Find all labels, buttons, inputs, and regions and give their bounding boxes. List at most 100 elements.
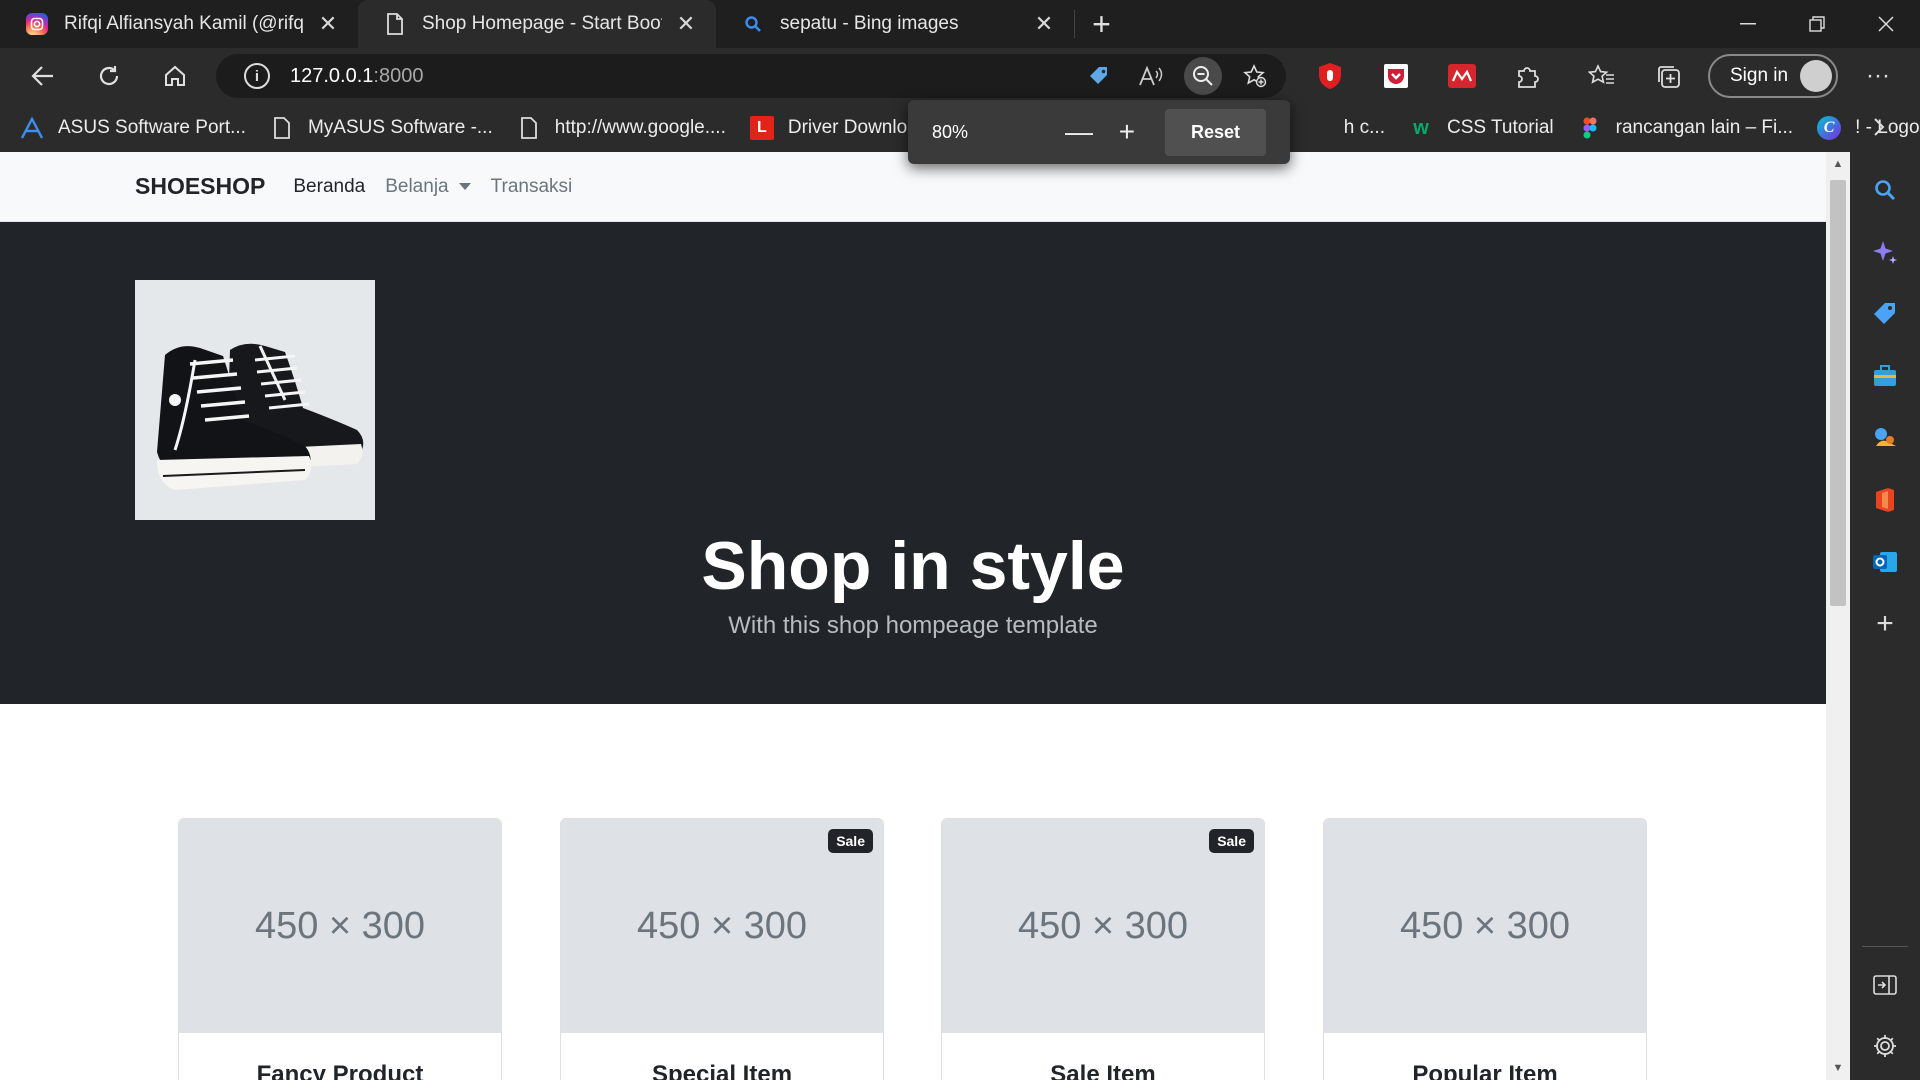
product-image-placeholder: 450 × 300 (1324, 819, 1646, 1033)
hide-sidebar-icon[interactable] (1867, 967, 1903, 1003)
bookmark-label: rancangan lain – Fi... (1615, 117, 1794, 138)
nav-link-beranda[interactable]: Beranda (293, 176, 365, 198)
close-window-button[interactable] (1851, 0, 1920, 48)
bookmark-label: http://www.google.... (554, 117, 726, 138)
tools-briefcase-icon[interactable] (1867, 358, 1903, 394)
address-bar-actions (1080, 54, 1274, 98)
caret-down-icon (458, 183, 471, 190)
plus-icon: + (1092, 5, 1111, 42)
tab-bing-images[interactable]: sepatu - Bing images ✕ (716, 0, 1074, 48)
bookmark-figma[interactable]: rancangan lain – Fi... (1578, 116, 1793, 140)
product-name: Sale Item (1050, 1061, 1156, 1080)
url-port: :8000 (373, 64, 424, 87)
pocket-extension-icon[interactable] (1376, 48, 1416, 104)
w3schools-icon: w (1413, 116, 1429, 139)
product-card[interactable]: 450 × 300 Fancy Product (178, 818, 502, 1080)
sign-in-button[interactable]: Sign in (1708, 54, 1838, 98)
extensions-puzzle-icon[interactable] (1508, 48, 1548, 104)
restore-button[interactable] (1782, 0, 1851, 48)
scroll-up-arrow-icon[interactable]: ▲ (1826, 158, 1850, 170)
bookmark-canva-logo[interactable]: C ! - Logo (1817, 116, 1920, 140)
product-card[interactable]: 450 × 300 Sale Special Item (560, 818, 884, 1080)
zoom-out-button[interactable]: — (1055, 116, 1103, 148)
product-name: Popular Item (1412, 1061, 1558, 1080)
product-name: Fancy Product (256, 1061, 424, 1080)
product-card[interactable]: 450 × 300 Popular Item (1323, 818, 1647, 1080)
bookmark-myasus[interactable]: MyASUS Software -... (270, 116, 493, 140)
zoom-out-icon[interactable] (1184, 57, 1222, 95)
sale-badge: Sale (1209, 829, 1254, 853)
address-bar[interactable]: i 127.0.0.1:8000 (216, 54, 1286, 98)
product-image-placeholder: 450 × 300 (179, 819, 501, 1033)
navbar-brand[interactable]: SHOESHOP (135, 173, 265, 200)
nav-link-transaksi[interactable]: Transaksi (491, 176, 573, 198)
page-icon (384, 13, 406, 35)
settings-gear-icon[interactable] (1867, 1028, 1903, 1064)
zoom-reset-button[interactable]: Reset (1164, 108, 1266, 156)
search-icon (742, 13, 764, 35)
product-card[interactable]: 450 × 300 Sale Sale Item (941, 818, 1265, 1080)
shoe-image (135, 280, 375, 520)
bookmark-asus[interactable]: ASUS Software Port... (20, 116, 246, 140)
add-favorite-icon[interactable] (1236, 57, 1274, 95)
bookmark-hidden[interactable]: h c... (1344, 117, 1385, 139)
sign-in-label: Sign in (1730, 65, 1789, 86)
close-icon[interactable]: ✕ (674, 11, 698, 37)
adblock-extension-icon[interactable] (1310, 48, 1350, 104)
avatar (1800, 60, 1832, 92)
minimize-button[interactable] (1713, 0, 1782, 48)
home-button[interactable] (142, 64, 208, 88)
page-scrollbar[interactable]: ▲ ▼ (1826, 152, 1850, 1080)
zoom-level: 80% (932, 121, 969, 142)
back-button[interactable] (10, 65, 76, 87)
mendeley-extension-icon[interactable] (1442, 48, 1482, 104)
zoom-in-button[interactable]: + (1103, 116, 1151, 148)
bookmark-label: h c... (1343, 117, 1385, 138)
scrollbar-thumb[interactable] (1830, 180, 1846, 606)
scroll-down-arrow-icon[interactable]: ▼ (1826, 1062, 1850, 1074)
tab-title: Rifqi Alfiansyah Kamil (@rifqii.ak (64, 13, 304, 34)
new-tab-button[interactable]: + (1074, 6, 1128, 42)
copilot-sparkle-icon[interactable] (1867, 234, 1903, 270)
games-icon[interactable] (1867, 420, 1903, 456)
hero-section: Shop in style With this shop hompeage te… (0, 222, 1826, 704)
browser-toolbar: i 127.0.0.1:8000 Sign in ··· (0, 48, 1920, 104)
read-aloud-icon[interactable] (1132, 57, 1170, 95)
close-icon[interactable]: ✕ (316, 11, 340, 37)
window-controls (1713, 0, 1920, 48)
search-icon[interactable] (1867, 172, 1903, 208)
product-name: Special Item (651, 1061, 793, 1080)
sale-badge: Sale (828, 829, 873, 853)
hero-subtitle: With this shop hompeage template (728, 612, 1098, 639)
collections-icon[interactable] (1648, 48, 1688, 104)
bookmark-google[interactable]: http://www.google.... (517, 116, 726, 140)
shopping-tag-icon[interactable] (1867, 296, 1903, 332)
bookmark-label: ! - Logo (1855, 117, 1920, 138)
hero-title: Shop in style (701, 528, 1125, 604)
page-icon (517, 116, 541, 140)
nav-dropdown-belanja[interactable]: Belanja (385, 175, 471, 198)
tab-strip: Rifqi Alfiansyah Kamil (@rifqii.ak ✕ Sho… (0, 0, 1920, 48)
lenovo-icon: L (749, 116, 774, 140)
asus-icon (20, 116, 44, 140)
nav-link-label: Belanja (385, 175, 449, 197)
close-icon[interactable]: ✕ (1032, 11, 1056, 37)
chevron-right-icon[interactable] (1872, 116, 1886, 143)
refresh-button[interactable] (76, 64, 142, 88)
office-icon[interactable] (1867, 482, 1903, 518)
tab-title: Shop Homepage - Start Bootstra (422, 13, 662, 34)
add-plus-icon[interactable]: + (1867, 606, 1903, 642)
bookmark-label: CSS Tutorial (1446, 117, 1554, 138)
page-viewport: SHOESHOP Beranda Belanja Transaksi Shop … (0, 152, 1826, 1080)
site-info-icon[interactable]: i (244, 63, 270, 89)
tab-instagram[interactable]: Rifqi Alfiansyah Kamil (@rifqii.ak ✕ (0, 0, 358, 48)
bookmark-css-tutorial[interactable]: w CSS Tutorial (1409, 116, 1554, 140)
instagram-icon (26, 13, 48, 35)
url-host: 127.0.0.1 (290, 64, 374, 87)
tab-shop-homepage[interactable]: Shop Homepage - Start Bootstra ✕ (358, 0, 716, 48)
coupon-tag-icon[interactable] (1080, 57, 1118, 95)
outlook-icon[interactable] (1867, 544, 1903, 580)
favorites-icon[interactable] (1582, 48, 1622, 104)
page-icon (270, 116, 294, 140)
more-menu-icon[interactable]: ··· (1858, 48, 1898, 104)
